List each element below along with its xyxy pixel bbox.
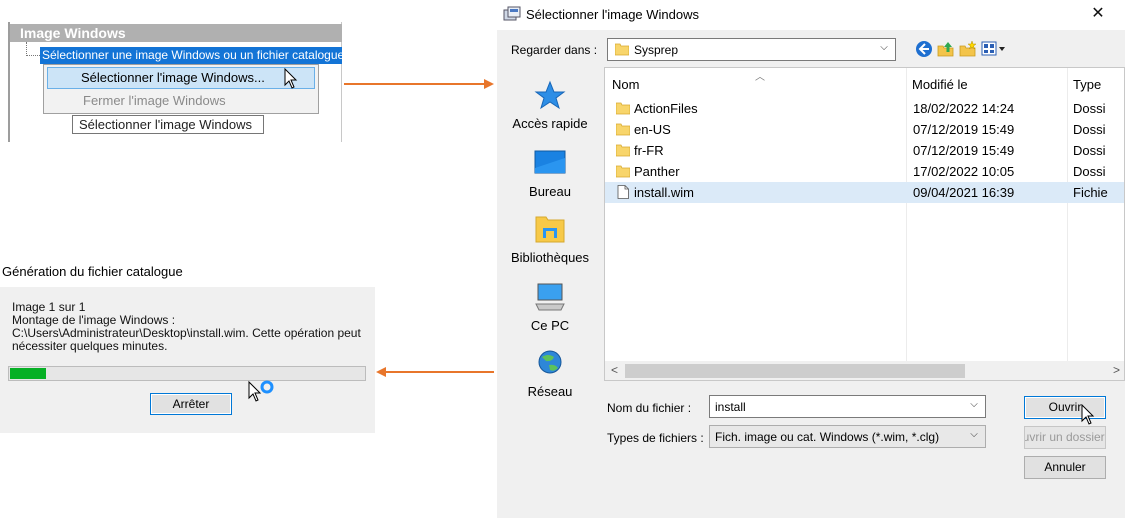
desktop-icon <box>534 150 566 174</box>
cancel-button[interactable]: Annuler <box>1024 456 1106 479</box>
open-file-dialog: Sélectionner l'image Windows ✕ Regarder … <box>497 0 1125 518</box>
file-row[interactable]: fr-FR 07/12/2019 15:49 Dossi <box>605 140 1124 161</box>
file-name: fr-FR <box>634 143 664 158</box>
network-icon <box>538 350 562 374</box>
file-list: ︿ Nom Modifié le Type ActionFiles 18/02/2… <box>604 67 1125 381</box>
file-type-value: Fich. image ou cat. Windows (*.wim, *.cl… <box>715 430 940 444</box>
arrow-to-progress <box>386 371 494 373</box>
file-name-label: Nom du fichier : <box>607 401 692 415</box>
file-type: Dossi <box>1073 143 1106 158</box>
column-header-type[interactable]: Type <box>1073 77 1101 92</box>
dialog-titlebar: Sélectionner l'image Windows ✕ <box>497 0 1125 30</box>
context-menu: Sélectionner l'image Windows... Fermer l… <box>43 64 319 114</box>
place-label: Bureau <box>529 184 571 199</box>
file-name: ActionFiles <box>634 101 698 116</box>
progress-bar <box>8 366 366 381</box>
scroll-right-icon[interactable]: > <box>1113 363 1120 377</box>
folder-icon <box>616 165 630 178</box>
file-name-value: install <box>715 400 746 414</box>
look-in-label: Regarder dans : <box>511 43 598 57</box>
file-date: 18/02/2022 14:24 <box>913 101 1015 116</box>
file-type: Dossi <box>1073 164 1106 179</box>
folder-icon <box>616 123 630 136</box>
folder-icon <box>615 43 629 56</box>
file-date: 17/02/2022 10:05 <box>913 164 1015 179</box>
file-row[interactable]: Panther 17/02/2022 10:05 Dossi <box>605 161 1124 182</box>
arrow-to-dialog <box>344 83 484 85</box>
computer-icon <box>535 283 565 311</box>
place-network[interactable]: Réseau <box>503 348 597 399</box>
folder-icon <box>616 144 630 157</box>
file-name: en-US <box>634 122 671 137</box>
file-row[interactable]: install.wim 09/04/2021 16:39 Fichie <box>605 182 1124 203</box>
star-icon <box>534 80 566 110</box>
chevron-down-icon: ⌵ <box>880 42 888 53</box>
chevron-down-icon[interactable]: ⌵ <box>968 399 980 413</box>
file-row[interactable]: ActionFiles 18/02/2022 14:24 Dossi <box>605 98 1124 119</box>
progress-dialog-title: Génération du fichier catalogue <box>2 264 183 279</box>
file-type: Dossi <box>1073 101 1106 116</box>
up-folder-icon[interactable] <box>937 40 955 58</box>
file-name: Panther <box>634 164 680 179</box>
busy-cursor-icon <box>248 380 274 402</box>
arrow-head-left-icon <box>376 367 386 377</box>
folder-icon <box>616 102 630 115</box>
look-in-combo[interactable]: Sysprep ⌵ <box>607 38 896 61</box>
libraries-icon <box>535 216 565 243</box>
place-label: Réseau <box>527 384 573 399</box>
back-icon[interactable] <box>915 40 933 58</box>
progress-fill <box>10 368 46 379</box>
scrollbar-thumb[interactable] <box>625 364 965 378</box>
sort-ascending-icon: ︿ <box>755 72 765 83</box>
progress-message: Image 1 sur 1 Montage de l'image Windows… <box>12 300 361 353</box>
file-icon <box>617 185 629 199</box>
panel-header: Image Windows <box>10 24 342 42</box>
tree-connector-h <box>26 55 40 56</box>
menu-item-close-image[interactable]: Fermer l'image Windows <box>47 91 315 111</box>
mouse-pointer-icon <box>1081 404 1095 425</box>
place-this-pc[interactable]: Ce PC <box>503 282 597 333</box>
place-label: Accès rapide <box>512 116 588 131</box>
stop-button[interactable]: Arrêter <box>150 393 232 415</box>
file-name-input[interactable]: install ⌵ <box>709 395 986 418</box>
scroll-left-icon[interactable]: < <box>611 363 618 377</box>
file-name: install.wim <box>634 185 694 200</box>
view-menu-icon[interactable] <box>981 40 1009 58</box>
open-folder-button: Ouvrir un dossier <box>1024 426 1106 449</box>
places-bar: Accès rapide Bureau Bibliothèques Ce PC <box>503 66 597 399</box>
tree-connector <box>26 42 27 56</box>
place-libraries[interactable]: Bibliothèques <box>503 214 597 265</box>
new-folder-icon[interactable] <box>959 40 977 58</box>
menu-item-select-image[interactable]: Sélectionner l'image Windows... <box>47 67 315 89</box>
column-header-name[interactable]: Nom <box>612 77 639 92</box>
app-icon <box>503 6 521 21</box>
file-type: Fichie <box>1073 185 1108 200</box>
file-date: 09/04/2021 16:39 <box>913 185 1015 200</box>
dialog-title: Sélectionner l'image Windows <box>526 7 700 22</box>
place-label: Ce PC <box>530 318 570 333</box>
place-quick-access[interactable]: Accès rapide <box>503 80 597 131</box>
horizontal-scrollbar[interactable]: < > <box>605 361 1124 380</box>
column-header-modified[interactable]: Modifié le <box>912 77 968 92</box>
look-in-value: Sysprep <box>634 43 679 57</box>
arrow-head-right-icon <box>484 79 494 89</box>
place-label: Bibliothèques <box>510 250 590 265</box>
chevron-down-icon: ⌵ <box>970 429 978 440</box>
progress-dialog: Image 1 sur 1 Montage de l'image Windows… <box>0 287 375 433</box>
file-type: Dossi <box>1073 122 1106 137</box>
file-row[interactable]: en-US 07/12/2019 15:49 Dossi <box>605 119 1124 140</box>
file-type-label: Types de fichiers : <box>607 431 704 445</box>
tree-item-select-image[interactable]: Sélectionner une image Windows ou un fic… <box>40 47 342 64</box>
tooltip: Sélectionner l'image Windows <box>72 115 264 134</box>
mouse-pointer-icon <box>284 68 298 89</box>
file-date: 07/12/2019 15:49 <box>913 143 1015 158</box>
file-type-select[interactable]: Fich. image ou cat. Windows (*.wim, *.cl… <box>709 425 986 448</box>
close-button[interactable]: ✕ <box>1087 4 1109 24</box>
place-desktop[interactable]: Bureau <box>503 148 597 199</box>
file-date: 07/12/2019 15:49 <box>913 122 1015 137</box>
